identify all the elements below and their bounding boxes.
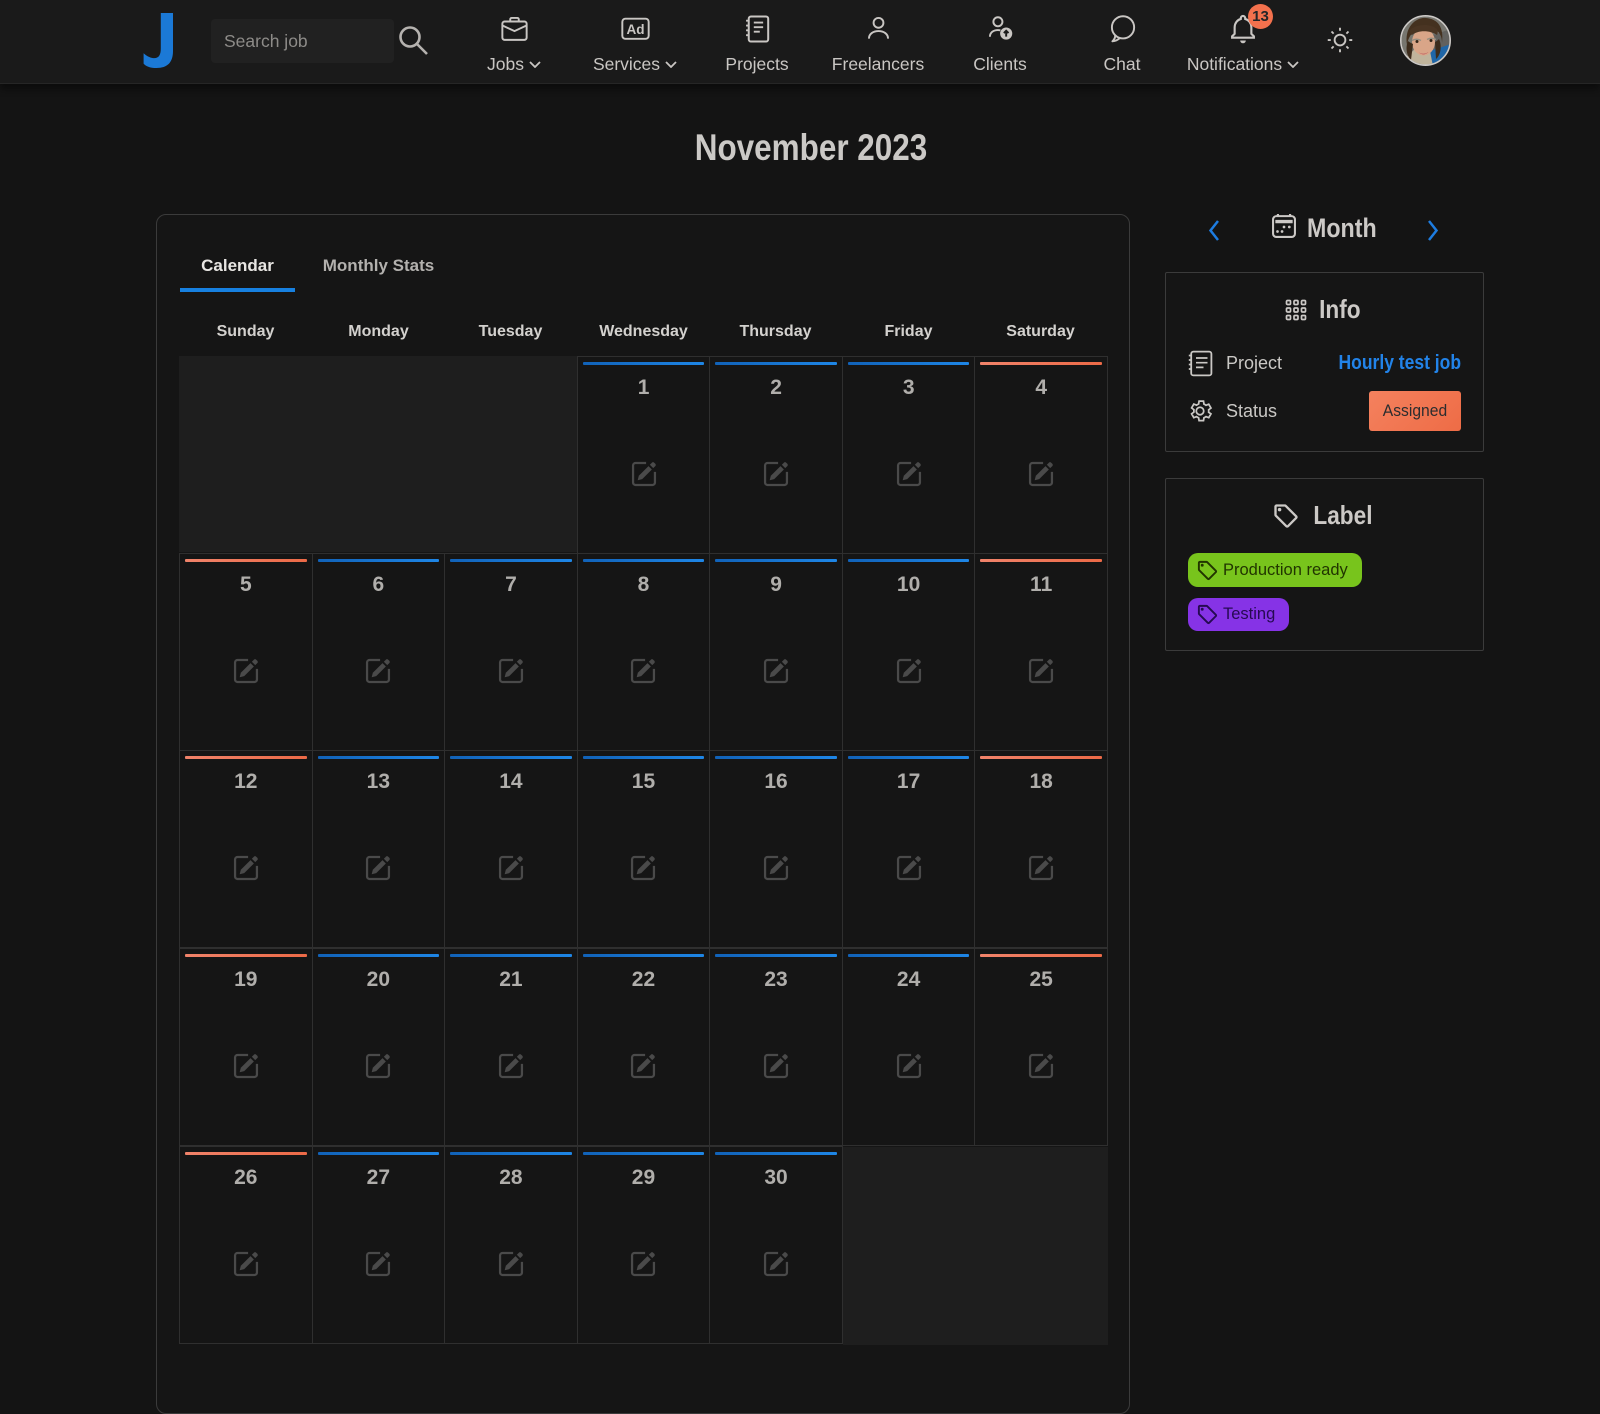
svg-text:Ad: Ad xyxy=(626,22,644,37)
